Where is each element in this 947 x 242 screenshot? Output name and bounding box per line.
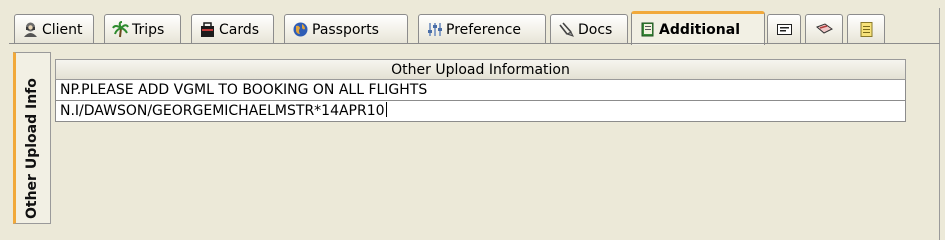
tab-label: Trips	[132, 21, 165, 38]
tab-docs[interactable]: Docs	[550, 14, 628, 44]
preference-icon	[428, 23, 442, 36]
other-upload-table: Other Upload Information NP.PLEASE ADD V…	[55, 59, 906, 122]
tab-card-reader[interactable]	[767, 14, 801, 44]
card-case-icon	[201, 22, 214, 37]
tab-label: Cards	[219, 21, 260, 38]
client-icon	[24, 22, 37, 37]
tab-ticket[interactable]	[805, 14, 843, 44]
docs-icon	[559, 22, 574, 37]
tab-passports[interactable]: Passports	[284, 14, 408, 44]
palm-tree-icon	[112, 21, 129, 38]
tab-client[interactable]: Client	[14, 14, 94, 44]
ticket-icon	[815, 23, 833, 34]
side-tab-label: Other Upload Info	[24, 78, 40, 219]
tab-label: Passports	[312, 21, 379, 38]
tab-cards[interactable]: Cards	[191, 14, 274, 44]
tab-label: Docs	[578, 21, 613, 38]
tab-notepad[interactable]	[847, 14, 885, 44]
tab-trips[interactable]: Trips	[104, 14, 181, 44]
table-row[interactable]: NP.PLEASE ADD VGML TO BOOKING ON ALL FLI…	[55, 80, 906, 101]
notepad-icon	[860, 22, 872, 37]
row-text: NP.PLEASE ADD VGML TO BOOKING ON ALL FLI…	[60, 82, 428, 98]
text-caret	[385, 102, 387, 117]
tab-label: Additional	[659, 21, 740, 38]
tab-label: Preference	[446, 21, 522, 38]
book-icon	[641, 22, 654, 37]
tab-preference[interactable]: Preference	[418, 14, 546, 44]
tab-label: Client	[42, 21, 83, 38]
card-reader-icon	[776, 24, 792, 35]
globe-icon	[293, 22, 308, 37]
tab-additional[interactable]: Additional	[631, 11, 765, 45]
row-text: N.I/DAWSON/GEORGEMICHAELMSTR*14APR10	[60, 103, 385, 119]
table-row[interactable]: N.I/DAWSON/GEORGEMICHAELMSTR*14APR10	[55, 101, 906, 122]
column-header[interactable]: Other Upload Information	[55, 59, 906, 80]
